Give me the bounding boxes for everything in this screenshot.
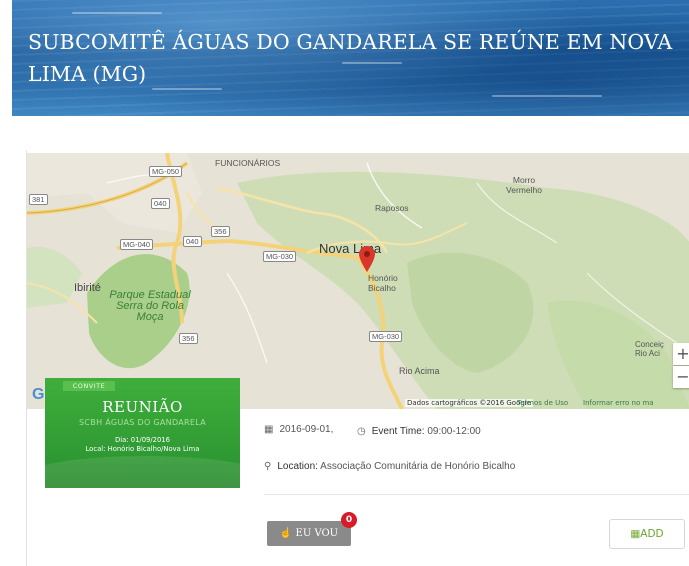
event-date-value: 2016-09-01, [279,424,334,435]
map-pin-icon: ⚲ [264,461,272,472]
card-title: REUNIÃO [102,398,183,416]
road-shield: MG-040 [120,239,154,250]
card-date: Dia: 01/09/2016 [115,436,170,444]
map-label-park: Parque Estadual Serra do Rola Moça [109,289,191,323]
map-report-error-link[interactable]: Informar erro no ma [583,399,654,407]
calendar-icon: ▦ [264,424,274,435]
event-location-label: Location: [277,461,318,472]
event-panel: FUNCIONÁRIOS Morro Vermelho Raposos Nova… [26,150,689,566]
zoom-in-button[interactable]: + [673,343,689,365]
google-logo: G [32,386,45,403]
event-location: ⚲ Location: Associação Comunitária de Hon… [264,461,515,472]
road-shield: 356 [179,333,198,344]
map-attribution: Dados cartográficos ©2016 Google [405,399,534,407]
road-shield: MG-050 [149,166,183,177]
water-ripple [492,95,602,97]
invitation-card-image: CONVITE REUNIÃO SCBH ÁGUAS DO GANDARELA … [45,378,240,488]
event-time-value: 09:00-12:00 [427,426,481,437]
event-date: ▦ 2016-09-01, [264,424,333,435]
attendee-count-badge: 0 [341,512,357,528]
calendar-add-icon: ▦ [630,528,641,540]
water-ripple [72,12,162,14]
event-time-label: Event Time: [371,426,425,437]
event-location-value: Associação Comunitária de Honório Bicalh… [320,461,516,472]
map-label-rio-acima: Rio Acima [399,366,440,376]
map-terms-link[interactable]: Termos de Uso [517,399,568,407]
map-label-morro-vermelho: Morro Vermelho [506,175,542,195]
card-location: Local: Honório Bicalho/Nova Lima [85,445,200,453]
map-marker-icon[interactable] [359,246,375,272]
card-tag: CONVITE [63,381,115,391]
road-shield: 040 [151,198,170,209]
map-terrain [27,153,689,409]
road-shield: MG-030 [369,331,403,342]
add-label: ADD [640,528,664,540]
map-label-honorio-bicalho: Honório Bicalho [368,273,398,293]
page-title: SUBCOMITÊ ÁGUAS DO GANDARELA SE REÚNE EM… [28,30,673,86]
eu-vou-label: EU VOU [295,528,339,539]
road-shield: 356 [211,226,230,237]
thumbs-up-icon: ☝ [279,528,293,539]
divider [264,494,689,495]
road-shield: 040 [183,236,202,247]
zoom-out-button[interactable]: − [673,366,689,388]
google-map[interactable]: FUNCIONÁRIOS Morro Vermelho Raposos Nova… [27,153,689,409]
eu-vou-button[interactable]: ☝ EU VOU [267,521,351,546]
add-to-calendar-button[interactable]: ▦ADD [609,519,685,549]
road-shield: MG-030 [263,251,297,262]
road-shield: 381 [29,194,48,205]
card-subtitle: SCBH ÁGUAS DO GANDARELA [79,418,206,427]
clock-icon: ◷ [357,426,366,437]
map-label-funcionarios: FUNCIONÁRIOS [215,158,281,168]
event-time: ◷ Event Time: 09:00-12:00 [357,426,481,437]
map-label-conceicao: Conceiç Rio Aci [635,340,664,358]
map-label-raposos: Raposos [375,203,409,213]
map-label-ibirite: Ibirité [74,282,101,294]
card-decoration [45,456,240,488]
page-header-banner: SUBCOMITÊ ÁGUAS DO GANDARELA SE REÚNE EM… [12,0,689,116]
